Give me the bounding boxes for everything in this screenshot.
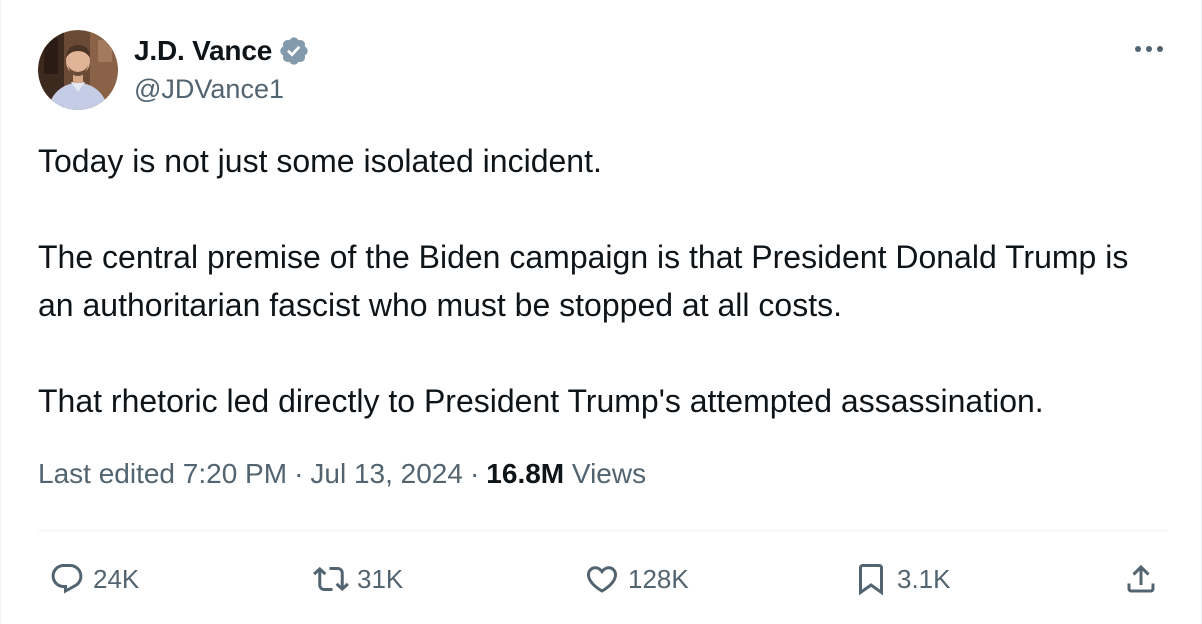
reply-button[interactable]: 24K [49, 553, 139, 605]
like-count: 128K [628, 563, 689, 594]
tweet-card: J.D. Vance @JDVance1 Today is not just s… [0, 0, 1202, 624]
separator: · [294, 458, 304, 489]
tweet-paragraph: That rhetoric led directly to President … [38, 383, 1044, 419]
tweet-header: J.D. Vance @JDVance1 [38, 30, 1168, 110]
tweet-paragraph: Today is not just some isolated incident… [38, 143, 602, 179]
more-options-button[interactable] [1130, 34, 1168, 64]
heart-icon [586, 566, 618, 593]
more-horizontal-icon [1135, 46, 1163, 52]
timestamp-link[interactable]: Last edited 7:20 PM · Jul 13, 2024 [38, 458, 463, 489]
views-count: 16.8M [486, 458, 565, 489]
time-text: 7:20 PM [182, 458, 288, 489]
reply-count: 24K [93, 563, 140, 594]
tweet-meta: Last edited 7:20 PM · Jul 13, 2024 · 16.8M V… [38, 458, 646, 490]
views-label: Views [571, 458, 647, 489]
display-name-row: J.D. Vance [134, 34, 310, 68]
repost-button[interactable]: 31K [313, 553, 403, 605]
repost-icon [313, 566, 349, 592]
share-button[interactable] [1123, 553, 1159, 605]
bookmark-icon [859, 564, 883, 596]
bookmark-button[interactable]: 3.1K [853, 553, 951, 605]
author-names: J.D. Vance @JDVance1 [134, 34, 310, 105]
reply-icon [51, 564, 83, 594]
like-button[interactable]: 128K [584, 553, 689, 605]
divider [38, 530, 1168, 531]
tweet-text: Today is not just some isolated incident… [38, 137, 1168, 425]
date-text: Jul 13, 2024 [310, 458, 463, 489]
action-bar: 24K 31K 128K 3.1K [49, 553, 1161, 605]
avatar[interactable] [38, 30, 118, 110]
display-name[interactable]: J.D. Vance [134, 35, 272, 67]
repost-count: 31K [357, 563, 404, 594]
bookmark-count: 3.1K [897, 563, 951, 594]
share-icon [1127, 564, 1155, 593]
author-handle[interactable]: @JDVance1 [134, 74, 310, 105]
separator: · [469, 458, 480, 489]
tweet-paragraph: The central premise of the Biden campaig… [38, 239, 1129, 323]
edited-label: Last edited [38, 458, 175, 489]
verified-badge-icon [280, 37, 308, 65]
